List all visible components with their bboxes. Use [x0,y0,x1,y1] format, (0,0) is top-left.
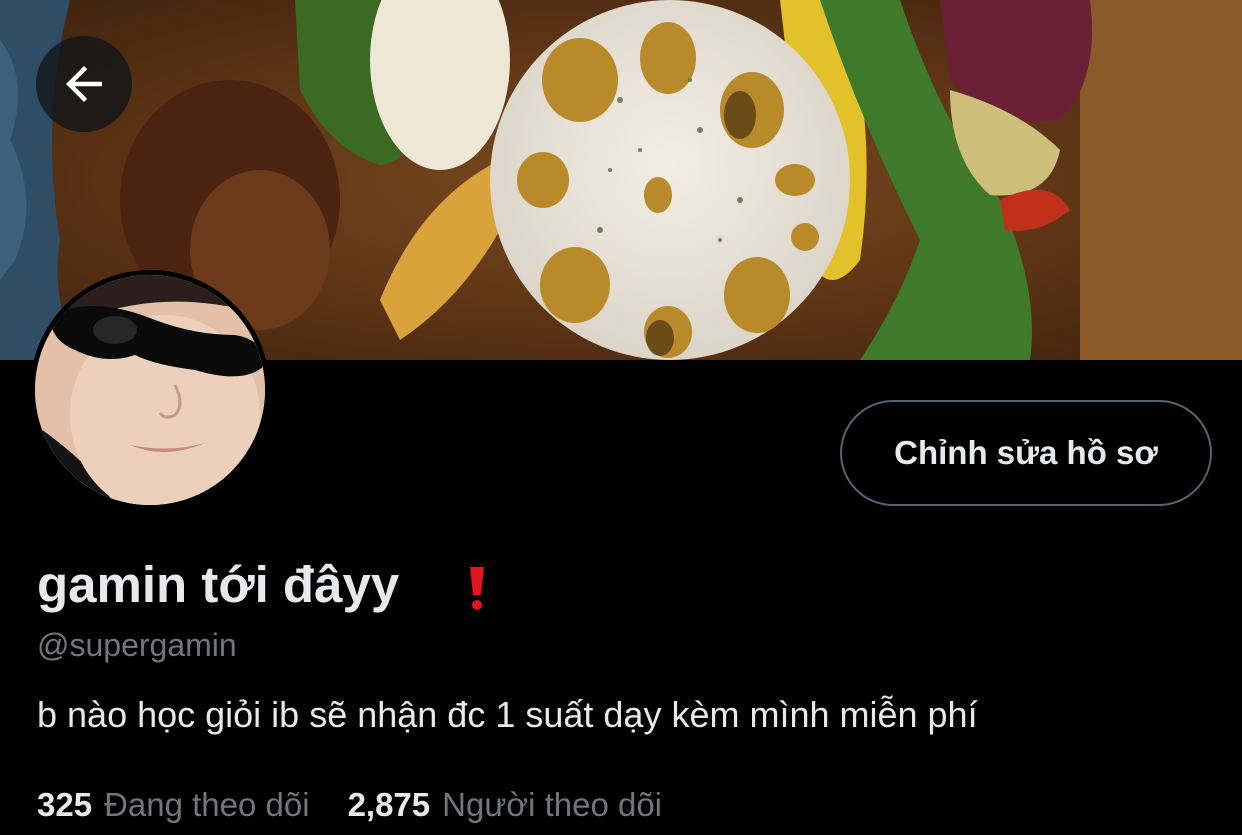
profile-handle: @supergamin [37,627,237,663]
back-button[interactable] [36,36,132,132]
followers-count: 2,875 [347,786,431,823]
profile-avatar[interactable] [30,270,270,510]
following-link[interactable]: 325 Đang theo dõi [37,786,310,824]
profile-bio: b nào học giỏi ib sẽ nhận đc 1 suất dạy … [37,694,978,735]
red-exclamation-icon [470,567,484,610]
edit-profile-button[interactable]: Chỉnh sửa hồ sơ [840,400,1212,506]
avatar-image [35,275,265,505]
followers-label: Người theo dõi [442,786,663,823]
following-label: Đang theo dõi [104,786,310,823]
following-count: 325 [37,786,93,823]
followers-link[interactable]: 2,875 Người theo dõi [348,786,662,824]
display-name: gamin tới đâyy [37,556,400,613]
profile-stats: 325 Đang theo dõi 2,875 Người theo dõi [37,786,700,824]
arrow-left-icon [66,66,102,102]
